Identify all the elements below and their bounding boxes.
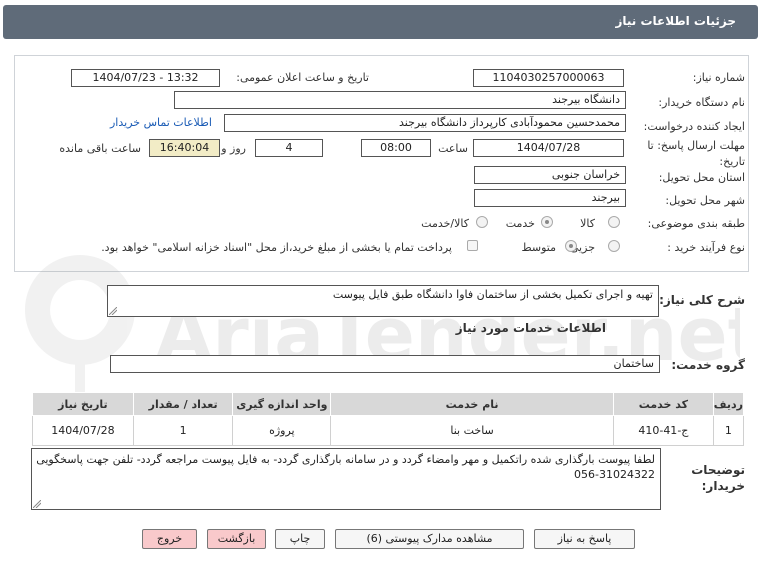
notes-field: لطفا پیوست بارگذاری شده راتکمیل و مهر وا… [31, 448, 661, 510]
category-option-service: خدمت [505, 217, 535, 230]
province-label: استان محل تحویل: [658, 171, 745, 184]
remaining-time-field: 16:40:04 [149, 139, 220, 157]
cell-date: 1404/07/28 [32, 415, 134, 446]
buyer-org-label: نام دستگاه خریدار: [658, 96, 745, 109]
table-header-row: تاریخ نیاز تعداد / مقدار واحد اندازه گیر… [32, 392, 745, 416]
cell-code: ج-41-410 [612, 415, 714, 446]
purchase-type-label: نوع فرآیند خرید : [667, 241, 745, 254]
title-bar: جزئیات اطلاعات نیاز [3, 5, 758, 39]
page: جزئیات اطلاعات نیاز شماره نیاز: 11040302… [0, 0, 761, 566]
days-field: 4 [255, 139, 323, 157]
exit-button[interactable]: خروج [142, 529, 197, 549]
remaining-label: ساعت باقی مانده [59, 142, 141, 155]
cell-row: 1 [712, 415, 745, 446]
resize-grip-icon[interactable] [109, 307, 117, 315]
cell-name: ساخت بنا [330, 415, 614, 446]
requester-field: محمدحسین محمودآبادی کارپرداز دانشگاه بیر… [224, 114, 626, 132]
days-label: روز و [221, 142, 246, 155]
cell-unit: پروژه [232, 415, 332, 446]
col-unit: واحد اندازه گیری [232, 392, 332, 416]
service-group-label: گروه خدمت: [671, 358, 745, 372]
reply-button[interactable]: پاسخ به نیاز [534, 529, 635, 549]
announce-field: 1404/07/23 - 13:32 [71, 69, 220, 87]
purchase-radio-minor[interactable] [608, 240, 620, 252]
province-field: خراسان جنوبی [474, 166, 626, 184]
notes-label: توضیحات خریدار: [691, 463, 745, 493]
page-title: جزئیات اطلاعات نیاز [615, 14, 736, 28]
col-code: کد خدمت [612, 392, 714, 416]
category-radio-goods[interactable] [608, 216, 620, 228]
service-group-field: ساختمان [110, 355, 660, 373]
buyer-org-field: دانشگاه بیرجند [174, 91, 626, 109]
purchase-option-medium: متوسط [521, 241, 556, 254]
services-section-title: اطلاعات خدمات مورد نیاز [455, 321, 606, 335]
announce-label: تاریخ و ساعت اعلان عمومی: [236, 71, 369, 84]
treasury-checkbox[interactable] [467, 240, 478, 251]
col-date: تاریخ نیاز [32, 392, 134, 416]
deadline-time-field: 08:00 [361, 139, 431, 157]
category-option-goods-service: کالا/خدمت [421, 217, 469, 230]
category-option-goods: کالا [580, 217, 595, 230]
purchase-radio-medium[interactable] [565, 240, 577, 252]
category-radio-service[interactable] [541, 216, 553, 228]
col-name: نام خدمت [330, 392, 614, 416]
back-button[interactable]: بازگشت [207, 529, 266, 549]
category-radio-goods-service[interactable] [476, 216, 488, 228]
table-row: 1404/07/28 1 پروژه ساخت بنا ج-41-410 1 [32, 415, 745, 446]
deadline-label: مهلت ارسال پاسخ: تا تاریخ: [647, 139, 745, 168]
services-table: تاریخ نیاز تعداد / مقدار واحد اندازه گیر… [32, 392, 745, 446]
cell-qty: 1 [132, 415, 234, 446]
time-label: ساعت [438, 142, 468, 155]
requester-label: ایجاد کننده درخواست: [643, 120, 745, 133]
contact-link[interactable]: اطلاعات تماس خریدار [110, 116, 212, 129]
need-number-label: شماره نیاز: [692, 71, 745, 84]
col-qty: تعداد / مقدار [132, 392, 234, 416]
view-attachments-button[interactable]: مشاهده مدارک پیوستی (6) [335, 529, 524, 549]
category-label: طبقه بندی موضوعی: [647, 217, 745, 230]
need-number-field: 1104030257000063 [473, 69, 624, 87]
city-field: بیرجند [474, 189, 626, 207]
col-row: ردیف [712, 392, 745, 416]
summary-field: تهیه و اجرای تکمیل بخشی از ساختمان فاوا … [107, 285, 659, 317]
city-label: شهر محل تحویل: [665, 194, 745, 207]
resize-grip-icon[interactable] [33, 500, 41, 508]
deadline-date-field: 1404/07/28 [473, 139, 624, 157]
payment-note: پرداخت تمام یا بخشی از مبلغ خرید،از محل … [101, 241, 452, 254]
summary-label: شرح کلی نیاز: [659, 293, 745, 307]
print-button[interactable]: چاپ [275, 529, 325, 549]
